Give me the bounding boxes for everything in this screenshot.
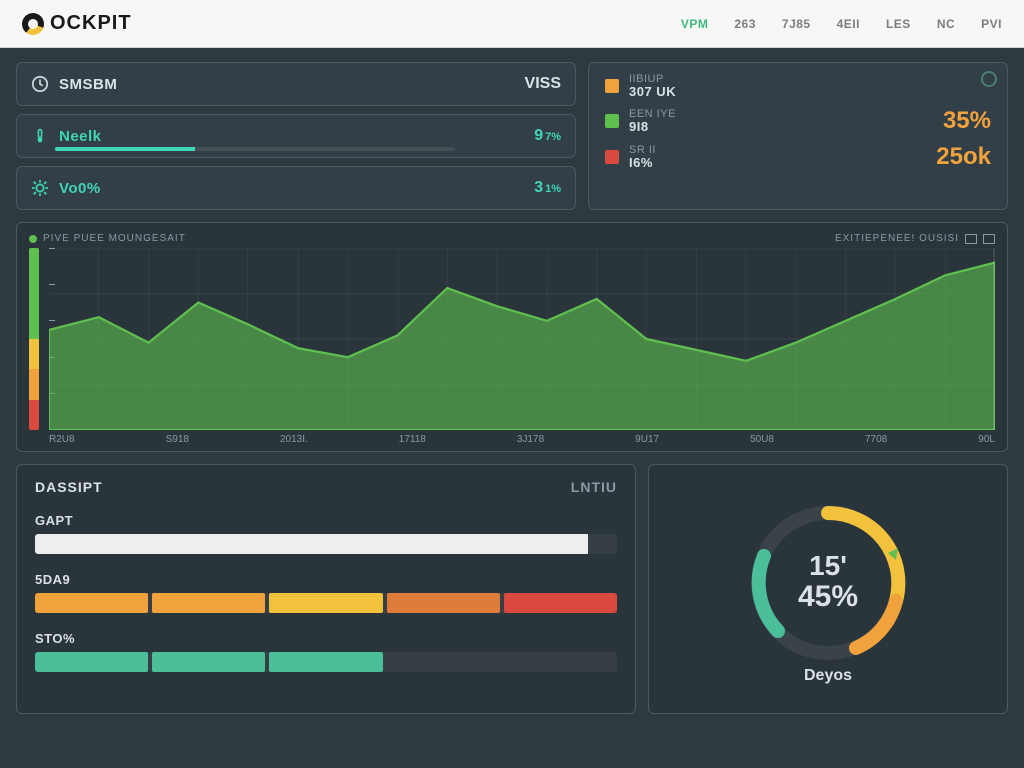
brand-name: OCKPIT	[50, 12, 132, 35]
nav-item-4[interactable]: LES	[886, 17, 911, 31]
gauge-center: 15' 45%	[738, 493, 918, 673]
main-chart-card: PIVE PUEE MOUNGESAIT EXITIEPENEE! OUSISI	[16, 222, 1008, 452]
progress-label-1: 5DA9	[35, 572, 617, 587]
metric-row-2[interactable]: Vo0% 31%	[16, 166, 576, 210]
area-chart-svg	[49, 248, 995, 430]
metric-label-2: Vo0%	[59, 180, 101, 197]
chart-header: PIVE PUEE MOUNGESAIT EXITIEPENEE! OUSISI	[29, 233, 995, 244]
brand-logo: OCKPIT	[22, 12, 132, 35]
gauge-main-value: 45%	[798, 580, 858, 614]
metrics-column: SMSBM VISS Neelk 97% Vo0%	[16, 62, 576, 210]
status-card: IIBIUP 307 UK EEN IYE 9I8 35% SR II I6%	[588, 62, 1008, 210]
status-label-1: EEN IYE 9I8	[629, 108, 676, 134]
gear-icon	[31, 179, 49, 197]
chart-view-icon-2[interactable]	[983, 234, 995, 244]
progress-panel: DASSIPT LNTIU GAPT 5DA9 STO%	[16, 464, 636, 714]
status-pct-2: 25ok	[936, 143, 991, 171]
nav-item-5[interactable]: NC	[937, 17, 955, 31]
status-pct-1: 35%	[943, 107, 991, 135]
chart-right-label: EXITIEPENEE! OUSISI	[835, 233, 959, 244]
progress-label-2: STO%	[35, 631, 617, 646]
status-label-0: IIBIUP 307 UK	[629, 73, 676, 99]
nav-item-3[interactable]: 4EII	[837, 17, 860, 31]
progress-title-right: LNTIU	[571, 479, 617, 495]
brand-mark-icon	[22, 13, 44, 35]
chart-body	[29, 248, 995, 430]
topbar: OCKPIT VPM 263 7J85 4EII LES NC PVI	[0, 0, 1024, 48]
status-row-2: SR II I6% 25ok	[605, 143, 991, 171]
status-label-2: SR II I6%	[629, 144, 656, 170]
chart-title: PIVE PUEE MOUNGESAIT	[43, 233, 186, 244]
nav-item-2[interactable]: 7J85	[782, 17, 811, 31]
chart-y-gauge	[29, 248, 39, 430]
status-swatch-2	[605, 150, 619, 164]
chart-x-axis: R2U8S918 2013I.17118 3J1789U17 50U87708 …	[29, 430, 995, 445]
metric-row-0[interactable]: SMSBM VISS	[16, 62, 576, 106]
thermometer-icon	[31, 127, 49, 145]
chart-view-icon-1[interactable]	[965, 234, 977, 244]
gauge-panel: 15' 45% Deyos	[648, 464, 1008, 714]
bottom-row: DASSIPT LNTIU GAPT 5DA9 STO%	[16, 464, 1008, 714]
metric-value-2: 31%	[534, 179, 561, 197]
nav-item-0[interactable]: VPM	[681, 17, 709, 31]
nav-item-6[interactable]: PVI	[981, 17, 1002, 31]
progress-bar-0[interactable]	[35, 534, 617, 554]
progress-title-left: DASSIPT	[35, 479, 103, 495]
clock-icon	[31, 75, 49, 93]
progress-row-0: GAPT	[35, 513, 617, 554]
nav-item-1[interactable]: 263	[734, 17, 756, 31]
progress-row-2: STO%	[35, 631, 617, 672]
metric-row-1[interactable]: Neelk 97%	[16, 114, 576, 158]
progress-label-0: GAPT	[35, 513, 617, 528]
status-swatch-0	[605, 79, 619, 93]
dashboard-canvas: SMSBM VISS Neelk 97% Vo0%	[0, 48, 1024, 728]
top-nav: VPM 263 7J85 4EII LES NC PVI	[681, 17, 1002, 31]
status-swatch-1	[605, 114, 619, 128]
gauge-top-value: 15'	[809, 552, 847, 580]
metric-label-1: Neelk	[59, 128, 102, 145]
metric-label-0: SMSBM	[59, 76, 117, 93]
gauge[interactable]: 15' 45%	[738, 493, 918, 673]
metric-progress-1	[55, 147, 455, 151]
chart-plot[interactable]	[49, 248, 995, 430]
status-row-0: IIBIUP 307 UK	[605, 73, 991, 99]
progress-bar-1[interactable]	[35, 593, 617, 613]
top-row: SMSBM VISS Neelk 97% Vo0%	[16, 62, 1008, 210]
progress-bar-2[interactable]	[35, 652, 617, 672]
metric-value-1: 97%	[534, 127, 561, 145]
refresh-icon[interactable]	[981, 71, 997, 87]
metric-value-0: VISS	[525, 75, 561, 93]
status-row-1: EEN IYE 9I8 35%	[605, 107, 991, 135]
progress-row-1: 5DA9	[35, 572, 617, 613]
chart-status-dot-icon	[29, 235, 37, 243]
